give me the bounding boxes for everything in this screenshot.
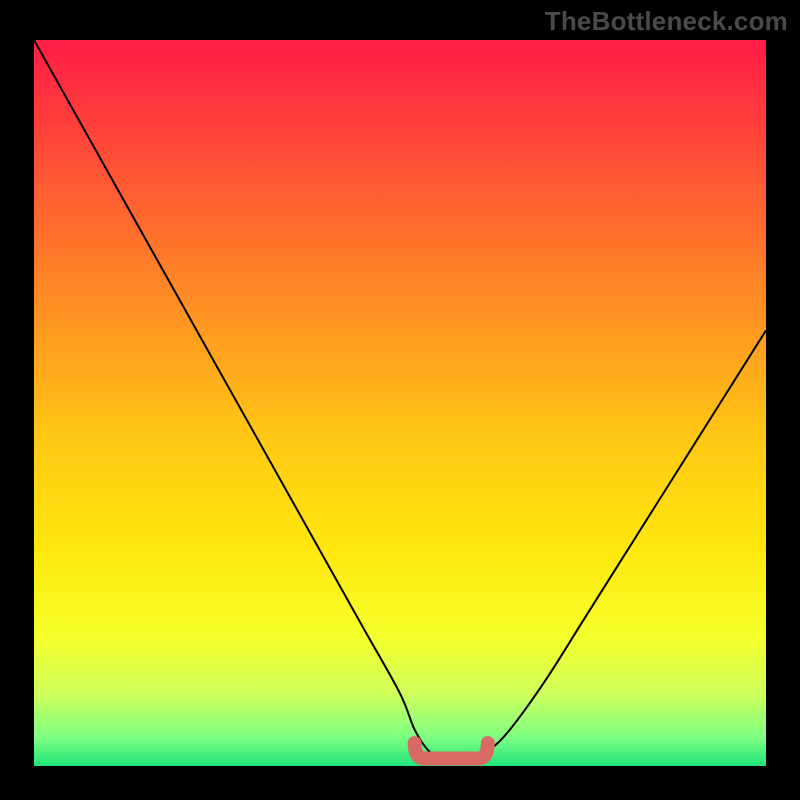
chart-frame: TheBottleneck.com xyxy=(0,0,800,800)
attribution-label: TheBottleneck.com xyxy=(545,6,788,37)
gradient-background xyxy=(34,40,766,766)
chart-plot-area xyxy=(34,40,766,766)
chart-svg xyxy=(34,40,766,766)
